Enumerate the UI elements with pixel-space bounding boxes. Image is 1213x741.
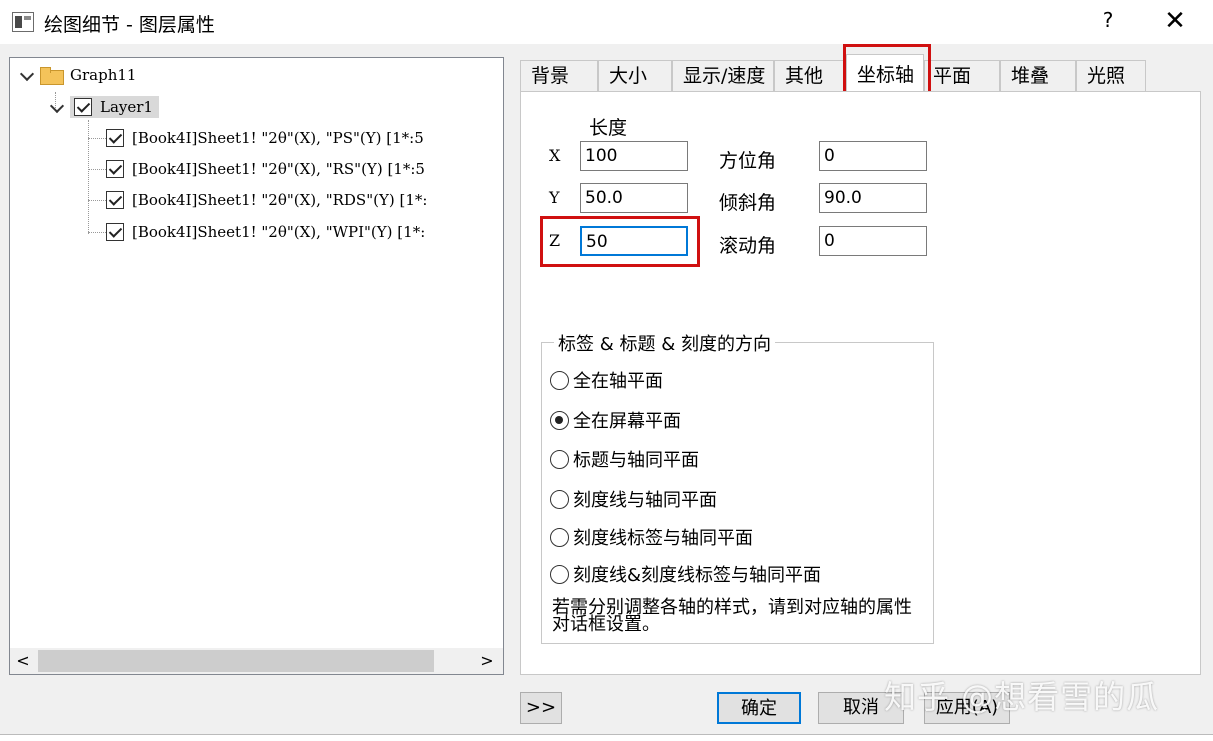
orientation-group: 标签 & 标题 & 刻度的方向 全在轴平面 全在屏幕平面 标题与轴同平面 刻度线… [541, 330, 934, 644]
x-label: X [549, 146, 561, 165]
close-button[interactable]: ✕ [1160, 6, 1190, 36]
checkbox-icon[interactable] [74, 98, 92, 116]
tab-stack[interactable]: 堆叠 [1000, 60, 1076, 92]
window-title: 绘图细节 - 图层属性 [44, 14, 215, 36]
axis-tab-page: 长度 X 100 方位角 0 Y 50.0 倾斜角 90.0 Z 50 滚动角 … [520, 91, 1201, 675]
app-icon [12, 12, 34, 32]
tree-item-label: Graph11 [70, 66, 137, 84]
radio-icon[interactable] [550, 489, 569, 509]
radio-ticks-axis-plane[interactable]: 刻度线与轴同平面 [550, 486, 717, 512]
tree-item-plot[interactable]: [Book4I]Sheet1! "2θ"(X), "RS"(Y) [1*:5 [106, 155, 425, 183]
y-length-input[interactable]: 50.0 [580, 183, 688, 213]
help-button[interactable]: ? [1096, 8, 1120, 36]
folder-open-icon [40, 66, 64, 85]
tab-display-speed[interactable]: 显示/速度 [672, 60, 774, 92]
tree-item-plot[interactable]: [Book4I]Sheet1! "2θ"(X), "WPI"(Y) [1*: [106, 218, 425, 246]
tab-size[interactable]: 大小 [598, 60, 672, 92]
tree-item-plot[interactable]: [Book4I]Sheet1! "2θ"(X), "PS"(Y) [1*:5 [106, 124, 424, 152]
radio-tick-labels-axis-plane[interactable]: 刻度线标签与轴同平面 [550, 524, 753, 550]
radio-icon[interactable] [550, 564, 569, 584]
x-length-input[interactable]: 100 [580, 141, 688, 171]
tree-item-label: [Book4I]Sheet1! "2θ"(X), "WPI"(Y) [1*: [132, 223, 426, 241]
tab-plane[interactable]: 平面 [924, 60, 1000, 92]
scroll-right-icon[interactable]: > [478, 652, 496, 670]
radio-icon[interactable] [550, 370, 569, 390]
radio-title-axis-plane[interactable]: 标题与轴同平面 [550, 446, 699, 472]
scroll-thumb[interactable] [38, 650, 434, 672]
expand-button[interactable]: >> [520, 692, 562, 724]
tree-item-plot[interactable]: [Book4I]Sheet1! "2θ"(X), "RDS"(Y) [1*: [106, 186, 427, 214]
radio-icon[interactable] [550, 527, 569, 547]
checkbox-icon[interactable] [106, 129, 124, 147]
chevron-down-icon[interactable] [20, 68, 34, 82]
radio-ticks-and-labels-axis-plane[interactable]: 刻度线&刻度线标签与轴同平面 [550, 561, 821, 587]
tab-lighting[interactable]: 光照 [1076, 60, 1146, 92]
highlight-box [540, 216, 700, 267]
roll-label: 滚动角 [719, 235, 777, 257]
layer-tree[interactable]: Graph11 Layer1 [Book4I]Sheet1! "2θ"(X), … [9, 57, 504, 675]
checkbox-icon[interactable] [106, 160, 124, 178]
tilt-label: 倾斜角 [719, 192, 777, 214]
roll-input[interactable]: 0 [819, 226, 927, 256]
tree-item-label: [Book4I]Sheet1! "2θ"(X), "RS"(Y) [1*:5 [132, 160, 425, 178]
radio-all-screen-plane[interactable]: 全在屏幕平面 [550, 407, 681, 433]
watermark: 知乎 @想看雪的瓜 [884, 678, 1160, 716]
checkbox-icon[interactable] [106, 223, 124, 241]
radio-icon[interactable] [550, 449, 569, 469]
horizontal-scrollbar[interactable]: < > [10, 648, 503, 674]
tab-other[interactable]: 其他 [774, 60, 846, 92]
tree-item-label: Layer1 [100, 98, 153, 116]
tree-item-graph[interactable]: Graph11 [20, 61, 136, 89]
radio-all-axis-plane[interactable]: 全在轴平面 [550, 367, 663, 393]
ok-button[interactable]: 确定 [717, 692, 801, 724]
tree-item-label: [Book4I]Sheet1! "2θ"(X), "RDS"(Y) [1*: [132, 191, 428, 209]
azimuth-input[interactable]: 0 [819, 141, 927, 171]
azimuth-label: 方位角 [719, 150, 777, 172]
orientation-note: 若需分别调整各轴的样式，请到对应轴的属性对话框设置。 [552, 597, 912, 635]
title-bar: 绘图细节 - 图层属性 ? ✕ [0, 0, 1213, 44]
tree-item-layer[interactable]: Layer1 [50, 93, 159, 121]
tree-item-label: [Book4I]Sheet1! "2θ"(X), "PS"(Y) [1*:5 [132, 129, 424, 147]
y-label: Y [549, 188, 560, 207]
tilt-input[interactable]: 90.0 [819, 183, 927, 213]
length-label: 长度 [589, 117, 628, 139]
scroll-left-icon[interactable]: < [14, 652, 32, 670]
checkbox-icon[interactable] [106, 191, 124, 209]
highlight-box [843, 44, 931, 95]
chevron-down-icon[interactable] [50, 100, 64, 114]
orientation-group-title: 标签 & 标题 & 刻度的方向 [554, 330, 775, 356]
window-bottom-edge [0, 734, 1213, 741]
tab-background[interactable]: 背景 [520, 60, 598, 92]
radio-selected-icon[interactable] [550, 410, 569, 430]
